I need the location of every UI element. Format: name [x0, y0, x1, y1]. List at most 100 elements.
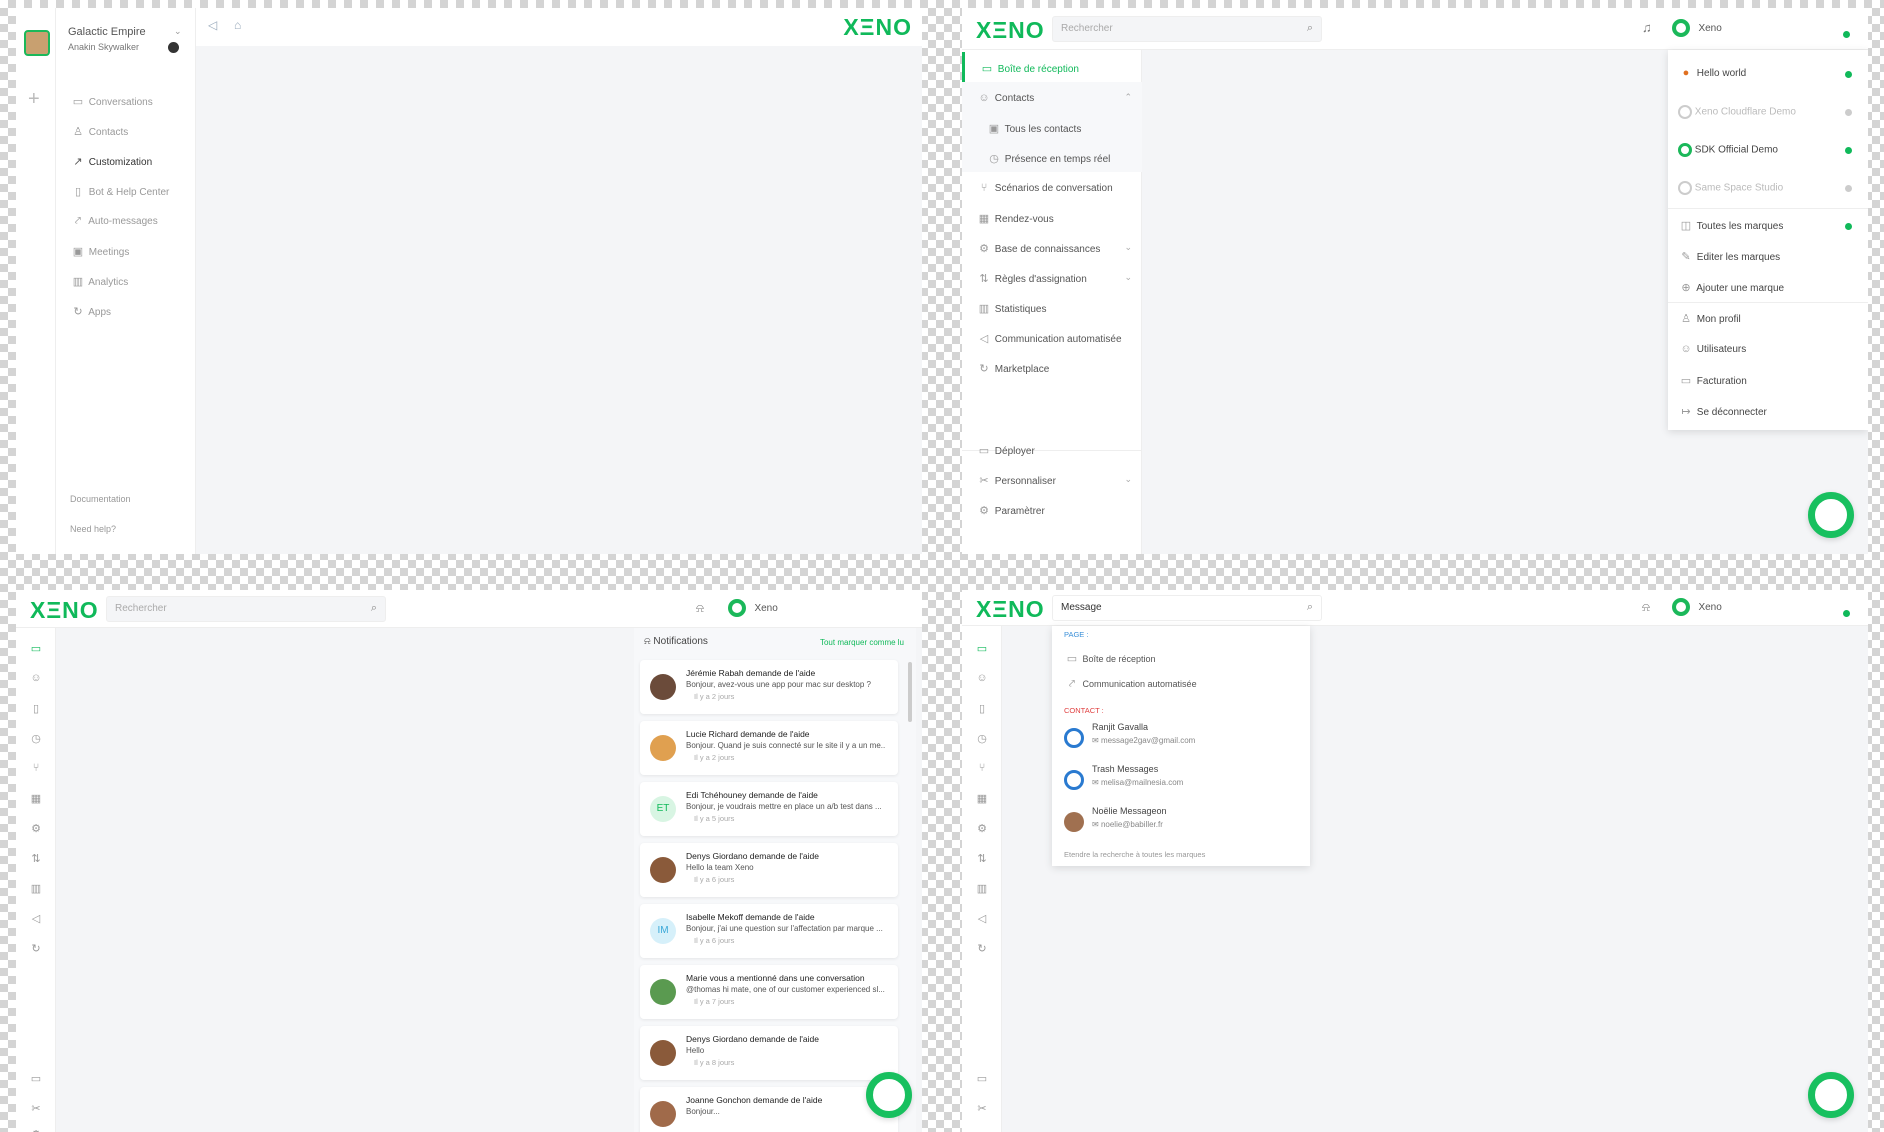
menu-item-contacts[interactable]: ☺ Contacts ⌃	[962, 82, 1142, 112]
search-input[interactable]: Rechercher ⌕	[106, 596, 386, 622]
menu-item-assignment-rules[interactable]: ⇅ Règles d'assignation ⌄	[962, 262, 1142, 292]
search-result-contact[interactable]: Trash Messages ✉ melisa@mailnesia.com	[1064, 764, 1183, 790]
menu-item-all-contacts[interactable]: ▣ Tous les contacts	[962, 112, 1142, 142]
flow-icon[interactable]: ⑂	[28, 762, 44, 774]
org-name[interactable]: Galactic Empire	[68, 26, 146, 38]
add-brand-item[interactable]: ⊕ Ajouter une marque	[1668, 272, 1868, 302]
users-item[interactable]: ☺ Utilisateurs	[1668, 334, 1868, 364]
book-icon[interactable]: ▯	[974, 702, 990, 715]
account-switcher[interactable]: Xeno	[728, 599, 778, 617]
nav-item-auto-messages[interactable]: ⤤ Auto-messages	[70, 215, 158, 228]
brand-item-sdk-official-demo[interactable]: SDK Official Demo	[1668, 134, 1868, 164]
nav-item-bot-help-center[interactable]: ▯ Bot & Help Center	[70, 185, 169, 198]
edit-brands-item[interactable]: ✎ Editer les marques	[1668, 241, 1868, 271]
calendar-icon[interactable]: ▦	[28, 792, 44, 805]
brand-item-hello-world[interactable]: ● Hello world	[1668, 58, 1868, 88]
menu-item-automated-communication[interactable]: ◁ Communication automatisée	[962, 322, 1142, 352]
search-input[interactable]: Rechercher ⌕	[1052, 16, 1322, 42]
search-input[interactable]: Message ⌕	[1052, 595, 1322, 621]
notification-item[interactable]: Denys Giordano demande de l'aide Hello Il …	[640, 1026, 898, 1080]
nav-item-apps[interactable]: ↻ Apps	[70, 305, 111, 318]
assign-icon[interactable]: ⇅	[974, 852, 990, 865]
search-result-contact[interactable]: Ranjit Gavalla ✉ message2gav@gmail.com	[1064, 722, 1195, 748]
notification-item[interactable]: ET Edi Tchéhouney demande de l'aide Bonjou…	[640, 782, 898, 836]
nav-item-analytics[interactable]: ▥ Analytics	[70, 275, 128, 288]
notification-item[interactable]: Lucie Richard demande de l'aide Bonjour. …	[640, 721, 898, 775]
flow-icon[interactable]: ⑂	[974, 762, 990, 774]
chat-launcher-button[interactable]	[866, 1072, 912, 1118]
account-switcher[interactable]: Xeno	[1672, 598, 1722, 616]
search-result-page[interactable]: ▭ Boîte de réception	[1064, 652, 1156, 665]
need-help-link[interactable]: Need help?	[70, 524, 116, 534]
notification-item[interactable]: Denys Giordano demande de l'aide Hello la…	[640, 843, 898, 897]
nav-item-conversations[interactable]: ▭ Conversations	[70, 95, 153, 108]
search-result-contact[interactable]: Noëlie Messageon ✉ noelie@babiller.fr	[1064, 806, 1167, 832]
home-icon[interactable]: ⌂	[234, 18, 241, 32]
notification-item[interactable]: Jérémie Rabah demande de l'aide Bonjour, …	[640, 660, 898, 714]
clock-icon[interactable]: ◷	[28, 732, 44, 745]
bell-icon[interactable]: ♫	[1642, 20, 1652, 35]
menu-item-knowledge-base[interactable]: ⚙ Base de connaissances ⌄	[962, 232, 1142, 262]
chevron-down-icon: ⌄	[1124, 474, 1132, 484]
users-icon[interactable]: ☺	[974, 672, 990, 684]
mark-all-read-link[interactable]: Tout marquer comme lu	[820, 638, 904, 647]
brand-icon	[1678, 105, 1692, 119]
gear-icon[interactable]: ⚙	[28, 822, 44, 835]
notification-item[interactable]: Marie vous a mentionné dans une conversa…	[640, 965, 898, 1019]
chat-icon[interactable]: ▭	[974, 642, 990, 655]
bell-icon[interactable]: ⍾	[696, 601, 704, 616]
account-switcher[interactable]: Xeno	[1672, 19, 1722, 37]
gear-icon[interactable]: ⚙	[974, 822, 990, 835]
monitor-icon[interactable]: ▭	[974, 1072, 990, 1085]
menu-item-inbox[interactable]: ▭ Boîte de réception	[962, 52, 1142, 82]
my-profile-item[interactable]: ♙ Mon profil	[1668, 303, 1868, 333]
nav-item-meetings[interactable]: ▣ Meetings	[70, 245, 130, 258]
menu-item-realtime-presence[interactable]: ◷ Présence en temps réel	[962, 142, 1142, 172]
nav-item-contacts[interactable]: ♙ Contacts	[70, 125, 128, 138]
search-result-page[interactable]: ⤤ Communication automatisée	[1064, 678, 1197, 691]
scrollbar[interactable]	[908, 662, 912, 722]
monitor-icon[interactable]: ▭	[28, 1072, 44, 1085]
extend-search-link[interactable]: Etendre la recherche à toutes les marque…	[1064, 850, 1205, 859]
logout-item[interactable]: ↦ Se déconnecter	[1668, 396, 1868, 426]
menu-item-scenarios[interactable]: ⑂ Scénarios de conversation	[962, 172, 1142, 202]
chat-icon[interactable]: ▭	[28, 642, 44, 655]
users-icon[interactable]: ☺	[28, 672, 44, 684]
book-icon[interactable]: ▯	[28, 702, 44, 715]
settings-icon[interactable]: ⚙	[28, 1128, 44, 1132]
documentation-link[interactable]: Documentation	[70, 494, 131, 504]
notification-item[interactable]: IM Isabelle Mekoff demande de l'aide Bonjo…	[640, 904, 898, 958]
megaphone-icon[interactable]: ◁	[28, 912, 44, 925]
back-icon[interactable]: ◁	[208, 18, 217, 32]
menu-item-statistics[interactable]: ▥ Statistiques	[962, 292, 1142, 322]
assign-icon[interactable]: ⇅	[28, 852, 44, 865]
menu-item-deploy[interactable]: ▭ Déployer	[962, 434, 1142, 464]
billing-item[interactable]: ▭ Facturation	[1668, 365, 1868, 395]
bar-chart-icon[interactable]: ▥	[974, 882, 990, 895]
megaphone-icon[interactable]: ◁	[974, 912, 990, 925]
menu-item-personalize[interactable]: ✂ Personnaliser ⌄	[962, 464, 1142, 494]
bar-chart-icon[interactable]: ▥	[28, 882, 44, 895]
calendar-icon[interactable]: ▦	[974, 792, 990, 805]
notification-item[interactable]: Joanne Gonchon demande de l'aide Bonjour.…	[640, 1087, 898, 1132]
assign-icon: ⇅	[979, 273, 989, 285]
brand-item-same-space-studio[interactable]: Same Space Studio	[1668, 172, 1868, 202]
chevron-down-icon[interactable]: ⌄	[174, 26, 182, 37]
menu-item-appointments[interactable]: ▦ Rendez-vous	[962, 202, 1142, 232]
brand-item-all-brands[interactable]: ◫ Toutes les marques	[1668, 210, 1868, 240]
menu-item-marketplace[interactable]: ↻ Marketplace	[962, 352, 1142, 382]
clock-icon[interactable]: ◷	[974, 732, 990, 745]
chat-launcher-button[interactable]	[1808, 1072, 1854, 1118]
brand-item-xeno-cloudflare-demo[interactable]: Xeno Cloudflare Demo	[1668, 96, 1868, 126]
org-avatar[interactable]	[24, 30, 50, 56]
refresh-icon[interactable]: ↻	[974, 942, 990, 955]
refresh-icon[interactable]: ↻	[28, 942, 44, 955]
add-org-icon[interactable]: +	[28, 88, 40, 111]
brush-icon[interactable]: ✂	[974, 1102, 990, 1115]
chat-launcher-button[interactable]	[1808, 492, 1854, 538]
nav-item-customization[interactable]: ↗ Customization	[70, 155, 152, 168]
brush-icon[interactable]: ✂	[28, 1102, 44, 1115]
menu-item-settings[interactable]: ⚙ Paramètrer	[962, 494, 1142, 524]
user-avatar[interactable]	[168, 42, 179, 53]
bell-icon[interactable]: ⍾	[1642, 600, 1650, 615]
